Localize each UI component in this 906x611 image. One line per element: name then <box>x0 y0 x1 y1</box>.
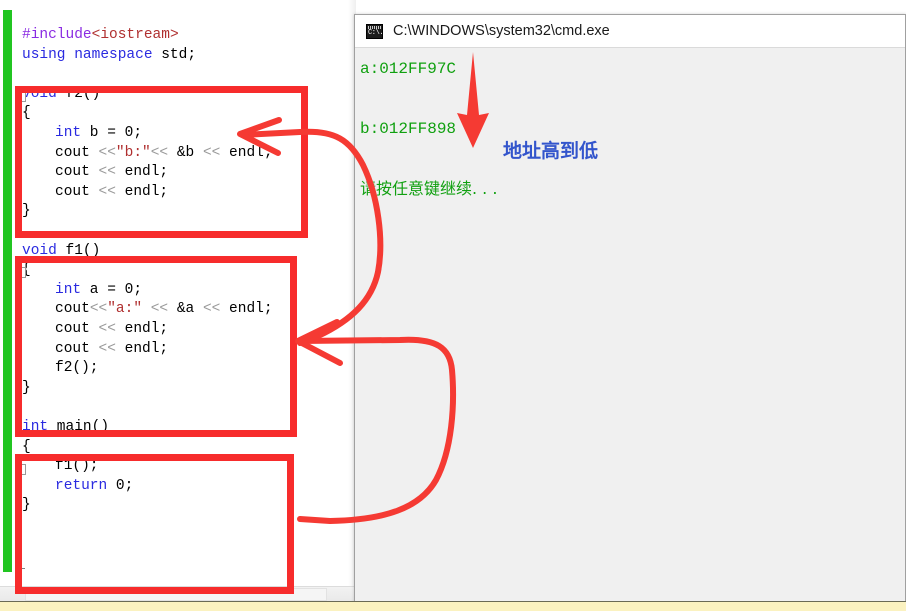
code-token: b = 0; <box>81 125 143 141</box>
cmd-console-window[interactable]: C:\WINDOWS\system32\cmd.exe a:012FF97C b… <box>354 14 906 610</box>
code-line: cout<<"a:" << &a << endl; <box>55 300 273 320</box>
code-token: &a <box>168 301 203 318</box>
code-token: << <box>98 164 116 181</box>
code-token: f2(); <box>55 360 99 377</box>
code-line: cout << endl; <box>55 320 168 340</box>
code-token: #include <box>22 27 92 43</box>
code-token: cout <box>55 321 99 337</box>
code-token: } <box>22 497 31 514</box>
code-token: cout <box>55 183 99 200</box>
code-line: { <box>22 438 31 458</box>
console-line-a: a:012FF97C <box>360 60 457 78</box>
code-token: << <box>202 144 221 161</box>
code-token: << <box>150 144 169 161</box>
code-token: int <box>55 125 82 141</box>
code-token: << <box>202 301 221 318</box>
code-token: main() <box>48 419 110 435</box>
code-token: f2() <box>56 85 101 102</box>
fold-marker-main[interactable]: - <box>15 464 26 475</box>
fold-guide-main <box>18 568 25 569</box>
code-line: } <box>22 379 31 399</box>
code-token: { <box>22 438 31 455</box>
editor-scroll-thumb[interactable] <box>25 588 327 601</box>
code-line: #include<iostream> <box>22 26 179 46</box>
code-token: << <box>98 321 116 337</box>
code-token: void <box>22 85 57 102</box>
console-output-area[interactable]: a:012FF97C b:012FF898 请按任意键继续. . . 地址高到低 <box>355 48 905 609</box>
code-token: cout <box>55 340 99 357</box>
code-line: cout << endl; <box>55 183 168 203</box>
code-token: << <box>150 301 169 318</box>
code-token: std; <box>152 46 197 63</box>
code-line: return 0; <box>55 477 133 497</box>
cmd-icon <box>366 23 383 39</box>
fold-marker-f2[interactable]: - <box>15 91 26 102</box>
code-token: cout <box>55 301 90 318</box>
code-line: { <box>22 104 31 124</box>
code-token: cout <box>55 144 99 161</box>
fold-marker-f1[interactable]: - <box>15 267 26 278</box>
code-token: << <box>98 144 116 161</box>
code-line: using namespace std; <box>22 46 196 66</box>
code-token: void <box>22 242 57 259</box>
console-line-prompt: 请按任意键继续. . . <box>360 179 498 198</box>
annotation-address-note: 地址高到低 <box>503 140 599 162</box>
code-line: int main() <box>22 418 109 438</box>
code-token: 0; <box>107 477 134 494</box>
code-token: endl; <box>115 164 169 181</box>
code-line: cout <<"b:"<< &b << endl; <box>55 144 273 164</box>
code-token: <iostream> <box>91 27 179 43</box>
code-token: f1() <box>56 242 101 259</box>
code-token: { <box>22 105 31 122</box>
fold-guide-f2 <box>18 235 25 236</box>
code-line: cout << endl; <box>55 340 168 360</box>
code-token: endl; <box>220 144 273 161</box>
code-token: << <box>98 183 116 200</box>
code-token: << <box>98 340 116 357</box>
code-token: endl; <box>115 321 169 337</box>
code-line: void f2() <box>22 85 100 105</box>
console-title-text: C:\WINDOWS\system32\cmd.exe <box>393 23 610 39</box>
code-token: f1(); <box>55 458 99 475</box>
code-text-surface[interactable]: #include<iostream> using namespace std; vo… <box>0 0 356 601</box>
code-token: cout <box>55 164 99 181</box>
code-token: endl; <box>220 301 273 318</box>
code-line: int b = 0; <box>55 124 142 144</box>
console-line-b: b:012FF898 <box>360 120 457 138</box>
code-token: using namespace <box>22 46 153 63</box>
code-token: int <box>22 419 49 435</box>
code-editor-pane[interactable]: #include<iostream> using namespace std; vo… <box>0 0 356 601</box>
code-token: endl; <box>115 183 169 200</box>
code-line: void f1() <box>22 242 100 262</box>
code-token: "b:" <box>115 144 151 161</box>
code-token: } <box>22 203 31 220</box>
code-token: &b <box>168 144 203 161</box>
code-token: } <box>22 379 31 396</box>
code-token: return <box>55 477 108 494</box>
code-token: endl; <box>115 340 169 357</box>
code-token: a = 0; <box>81 281 143 298</box>
code-line: f1(); <box>55 457 99 477</box>
code-line: cout << endl; <box>55 163 168 183</box>
screenshot-root: #include<iostream> using namespace std; vo… <box>0 0 906 611</box>
fold-guide-f1 <box>18 430 25 431</box>
console-title-bar[interactable]: C:\WINDOWS\system32\cmd.exe <box>355 15 905 48</box>
code-token: "a:" <box>107 301 143 318</box>
code-line: int a = 0; <box>55 281 142 301</box>
code-token: int <box>55 281 82 298</box>
code-line: } <box>22 202 31 222</box>
code-token: << <box>89 301 108 318</box>
code-line: } <box>22 496 31 516</box>
code-line: f2(); <box>55 359 99 379</box>
